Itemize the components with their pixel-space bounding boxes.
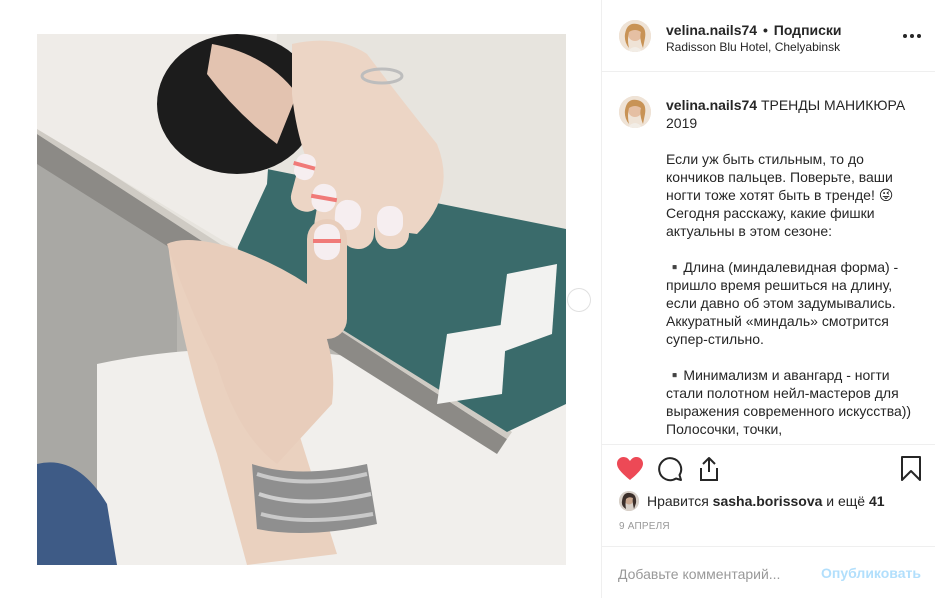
liker-avatar[interactable] <box>619 491 639 511</box>
post-details-panel: velina.nails74 • Подписки Radisson Blu H… <box>601 0 935 598</box>
share-icon[interactable] <box>696 456 722 482</box>
post-photo[interactable] <box>37 34 566 565</box>
post-header: velina.nails74 • Подписки Radisson Blu H… <box>602 0 935 72</box>
likes-middle: и ещё <box>826 493 866 509</box>
avatar-image <box>619 96 651 128</box>
more-dot <box>917 34 921 38</box>
caption-avatar[interactable] <box>619 96 651 128</box>
likes-prefix: Нравится <box>647 493 709 509</box>
post-media <box>0 0 601 598</box>
caption-username-link[interactable]: velina.nails74 <box>666 97 757 113</box>
instagram-post: velina.nails74 • Подписки Radisson Blu H… <box>0 0 935 598</box>
bookmark-icon-svg <box>901 456 921 481</box>
more-options-icon[interactable] <box>902 30 922 42</box>
chevron-right-icon <box>576 295 583 305</box>
liker-username-link[interactable]: sasha.borissova <box>713 493 823 509</box>
heart-icon-svg <box>617 457 643 480</box>
comment-input[interactable] <box>618 563 818 585</box>
likes-summary[interactable]: Нравится sasha.borissova и ещё 41 <box>619 491 885 511</box>
likes-count[interactable]: 41 <box>869 493 885 509</box>
manicure-photo <box>37 34 566 565</box>
username-link[interactable]: velina.nails74 <box>666 22 757 38</box>
add-comment-box: Опубликовать <box>602 546 935 598</box>
caption-title-line: velina.nails74 ТРЕНДЫ МАНИКЮРА 2019 <box>666 96 916 132</box>
caption-paragraph: ▪️Длина (миндалевидная форма) - пришло в… <box>666 259 899 347</box>
avatar[interactable] <box>619 20 651 52</box>
header-line: velina.nails74 • Подписки <box>666 21 896 39</box>
caption-paragraph: ▪️Минимализм и авангард - ногти стали по… <box>666 367 912 437</box>
post-timestamp[interactable]: 9 АПРЕЛЯ <box>619 521 670 532</box>
comment-icon[interactable] <box>657 456 683 482</box>
comments-section[interactable]: velina.nails74 ТРЕНДЫ МАНИКЮРА 2019 Если… <box>602 73 935 443</box>
separator-dot: • <box>762 22 768 38</box>
caption-paragraph: Если уж быть стильным, то до кончиков па… <box>666 151 894 239</box>
post-header-text: velina.nails74 • Подписки Radisson Blu H… <box>666 21 896 55</box>
avatar-image <box>619 491 639 511</box>
next-photo-button[interactable] <box>567 288 591 312</box>
share-icon-svg <box>700 457 718 481</box>
publish-comment-button[interactable]: Опубликовать <box>821 565 921 581</box>
more-dot <box>910 34 914 38</box>
follow-status-button[interactable]: Подписки <box>774 22 842 38</box>
heart-icon[interactable] <box>617 456 643 482</box>
avatar-image <box>619 20 651 52</box>
more-dot <box>903 34 907 38</box>
bookmark-icon[interactable] <box>898 456 924 482</box>
post-caption: velina.nails74 ТРЕНДЫ МАНИКЮРА 2019 Если… <box>666 96 916 438</box>
post-actions: Нравится sasha.borissova и ещё 41 9 АПРЕ… <box>602 444 935 598</box>
comment-icon-svg <box>658 457 683 482</box>
location-link[interactable]: Radisson Blu Hotel, Chelyabinsk <box>666 39 896 55</box>
